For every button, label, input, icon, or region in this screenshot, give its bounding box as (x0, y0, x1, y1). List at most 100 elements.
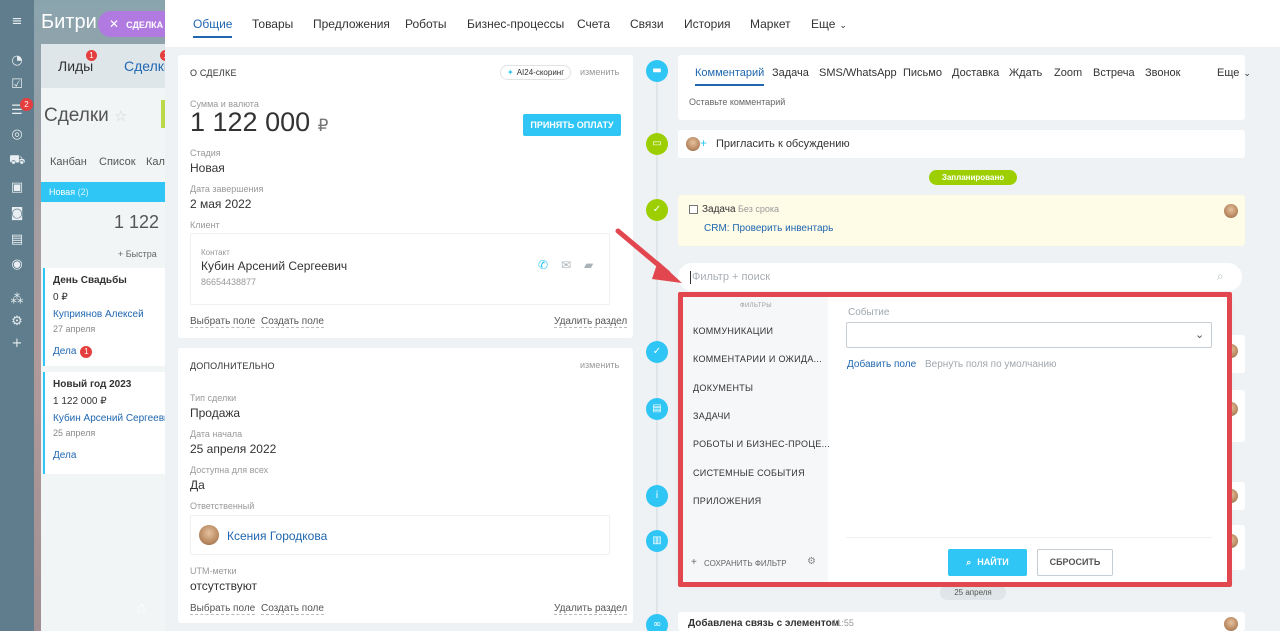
close-date-label: Дата завершения (190, 184, 264, 194)
tab-offers[interactable]: Предложения (313, 17, 390, 31)
tab-more[interactable]: Еще ⌄ (811, 17, 847, 31)
find-button[interactable]: ⌕ НАЙТИ (948, 549, 1027, 576)
add-icon[interactable]: + (9, 336, 25, 352)
start-date-value[interactable]: 25 апреля 2022 (190, 442, 276, 456)
quick-add[interactable]: + Быстра (118, 249, 157, 259)
task-checkbox[interactable] (689, 205, 698, 214)
card-activities[interactable]: Дела 1 (53, 346, 165, 358)
tab-general[interactable]: Общие (193, 17, 233, 38)
ai-scoring-badge[interactable]: ✦ AI24-скоринг (500, 65, 572, 80)
tab-comment[interactable]: Комментарий (695, 67, 765, 86)
utm-label: UTM-метки (190, 566, 237, 576)
contacts-icon[interactable]: ▣ (9, 180, 25, 196)
tab-products[interactable]: Товары (252, 17, 293, 31)
tab-meeting[interactable]: Встреча (1093, 67, 1135, 79)
filter-preset[interactable]: РОБОТЫ И БИЗНЕС-ПРОЦЕ... (693, 439, 830, 449)
select-field-link[interactable]: Выбрать поле (190, 603, 256, 615)
filter-search[interactable]: Фильтр + поиск ⌕ (678, 263, 1242, 291)
tab-business-processes[interactable]: Бизнес-процессы (467, 17, 564, 31)
view-calendar[interactable]: Кал (146, 156, 165, 168)
tab-market[interactable]: Маркет (750, 17, 791, 31)
chat-icon[interactable]: ▰ (584, 258, 593, 272)
robot-icon[interactable]: ◙ (9, 206, 25, 222)
contact-name[interactable]: Кубин Арсений Сергеевич (201, 259, 347, 273)
responsible-name[interactable]: Ксения Городкова (227, 529, 327, 543)
tab-robots[interactable]: Роботы (405, 17, 447, 31)
kanban-card[interactable]: Новый год 2023 1 122 000 ₽ Кубин Арсений… (43, 372, 165, 474)
filter-search-placeholder: Фильтр + поиск (692, 271, 771, 283)
phone-icon[interactable]: ✆ (538, 258, 548, 272)
card-client[interactable]: Куприянов Алексей (53, 309, 165, 320)
sitemap-icon[interactable]: ⁂ (9, 292, 25, 308)
select-field-link[interactable]: Выбрать поле (190, 316, 256, 328)
menu-icon[interactable]: ≡ (9, 14, 25, 30)
delete-section-link[interactable]: Удалить раздел (554, 603, 628, 615)
create-field-link[interactable]: Создать поле (261, 603, 324, 615)
bell-icon[interactable]: ◔ (9, 53, 25, 69)
card-client[interactable]: Кубин Арсений Сергеевич (53, 413, 165, 424)
filter-preset[interactable]: КОММУНИКАЦИИ (693, 326, 773, 336)
star-icon[interactable]: ☆ (114, 107, 127, 125)
add-field-link[interactable]: Добавить поле (847, 359, 916, 370)
filter-preset[interactable]: ДОКУМЕНТЫ (693, 383, 753, 393)
more-circle-icon[interactable]: ◉ (9, 257, 25, 273)
kanban-card[interactable]: День Свадьбы 0 ₽ Куприянов Алексей 27 ап… (43, 268, 165, 366)
tab-call[interactable]: Звонок (1145, 67, 1181, 79)
comment-input[interactable]: Оставьте комментарий (689, 97, 785, 107)
type-value[interactable]: Продажа (190, 406, 240, 420)
box-icon[interactable]: ▤ (9, 232, 25, 248)
tasks-icon[interactable]: ☑ (9, 77, 25, 93)
tab-deals[interactable]: Сделки (124, 58, 165, 74)
filter-preset[interactable]: КОММЕНТАРИИ И ОЖИДА... (693, 354, 822, 364)
view-kanban[interactable]: Канбан (50, 156, 87, 168)
message-icon: ▤ (646, 398, 668, 420)
background-crm: Битри Лиды 1 Сделки 1 Сделки ☆ Канбан Сп… (34, 0, 165, 631)
close-date-value[interactable]: 2 мая 2022 (190, 197, 251, 211)
mail-icon[interactable]: ✉ (561, 258, 571, 272)
filter-preset[interactable]: ЗАДАЧИ (693, 411, 730, 421)
stage-value[interactable]: Новая (190, 161, 225, 175)
filter-preset[interactable]: СИСТЕМНЫЕ СОБЫТИЯ (693, 468, 805, 478)
tab-task[interactable]: Задача (772, 67, 809, 79)
filter-preset[interactable]: ПРИЛОЖЕНИЯ (693, 496, 761, 506)
tab-email[interactable]: Письмо (903, 67, 942, 79)
target-icon[interactable]: ◎ (9, 127, 25, 143)
deal-pill-label: СДЕЛКА (126, 20, 164, 30)
edit-link[interactable]: изменить (580, 360, 619, 370)
tab-history[interactable]: История (684, 17, 731, 31)
delete-section-link[interactable]: Удалить раздел (554, 316, 628, 328)
settings-icon[interactable]: ⚙ (9, 314, 25, 330)
stage-sum: 1 122 (114, 212, 160, 232)
contact-box: Контакт Кубин Арсений Сергеевич 86654438… (190, 233, 610, 305)
task-description[interactable]: CRM: Проверить инвентарь (704, 223, 833, 234)
view-list[interactable]: Список (99, 156, 136, 168)
reset-button[interactable]: СБРОСИТЬ (1037, 549, 1113, 576)
tab-links[interactable]: Связи (630, 17, 664, 31)
create-field-link[interactable]: Создать поле (261, 316, 324, 328)
printer-icon[interactable]: ⎙ (137, 602, 146, 616)
card-activities[interactable]: Дела (53, 450, 165, 461)
save-filter-button[interactable]: СОХРАНИТЬ ФИЛЬТР (704, 559, 787, 568)
tab-sms[interactable]: SMS/WhatsApp (819, 67, 897, 79)
tab-wait[interactable]: Ждать (1009, 67, 1042, 79)
tab-more[interactable]: Еще ⌄ (1217, 67, 1251, 79)
tab-zoom[interactable]: Zoom (1054, 67, 1082, 79)
restore-fields-link[interactable]: Вернуть поля по умолчанию (925, 359, 1057, 370)
accept-payment-button[interactable]: ПРИНЯТЬ ОПЛАТУ (523, 114, 621, 136)
deal-slider: Общие Товары Предложения Роботы Бизнес-п… (165, 0, 1280, 631)
cart-icon[interactable]: ⛟ (9, 153, 25, 169)
event-select[interactable]: ⌄ (846, 322, 1212, 348)
search-icon[interactable]: ⌕ (1217, 269, 1224, 284)
tab-leads[interactable]: Лиды (58, 58, 93, 74)
stage-header: Новая (2) (41, 182, 165, 202)
access-value[interactable]: Да (190, 478, 205, 492)
tab-invoices[interactable]: Счета (577, 17, 610, 31)
invite-card[interactable]: + Пригласить к обсуждению (678, 130, 1245, 158)
task-deadline[interactable]: Без срока (738, 204, 779, 214)
edit-link[interactable]: изменить (580, 67, 619, 77)
tab-delivery[interactable]: Доставка (952, 67, 999, 79)
gear-icon[interactable]: ⚙ (807, 556, 816, 567)
contact-phone[interactable]: 86654438877 (201, 277, 256, 287)
timeline-item-title: Добавлена связь с элементом (688, 618, 839, 629)
avatar (686, 137, 700, 151)
